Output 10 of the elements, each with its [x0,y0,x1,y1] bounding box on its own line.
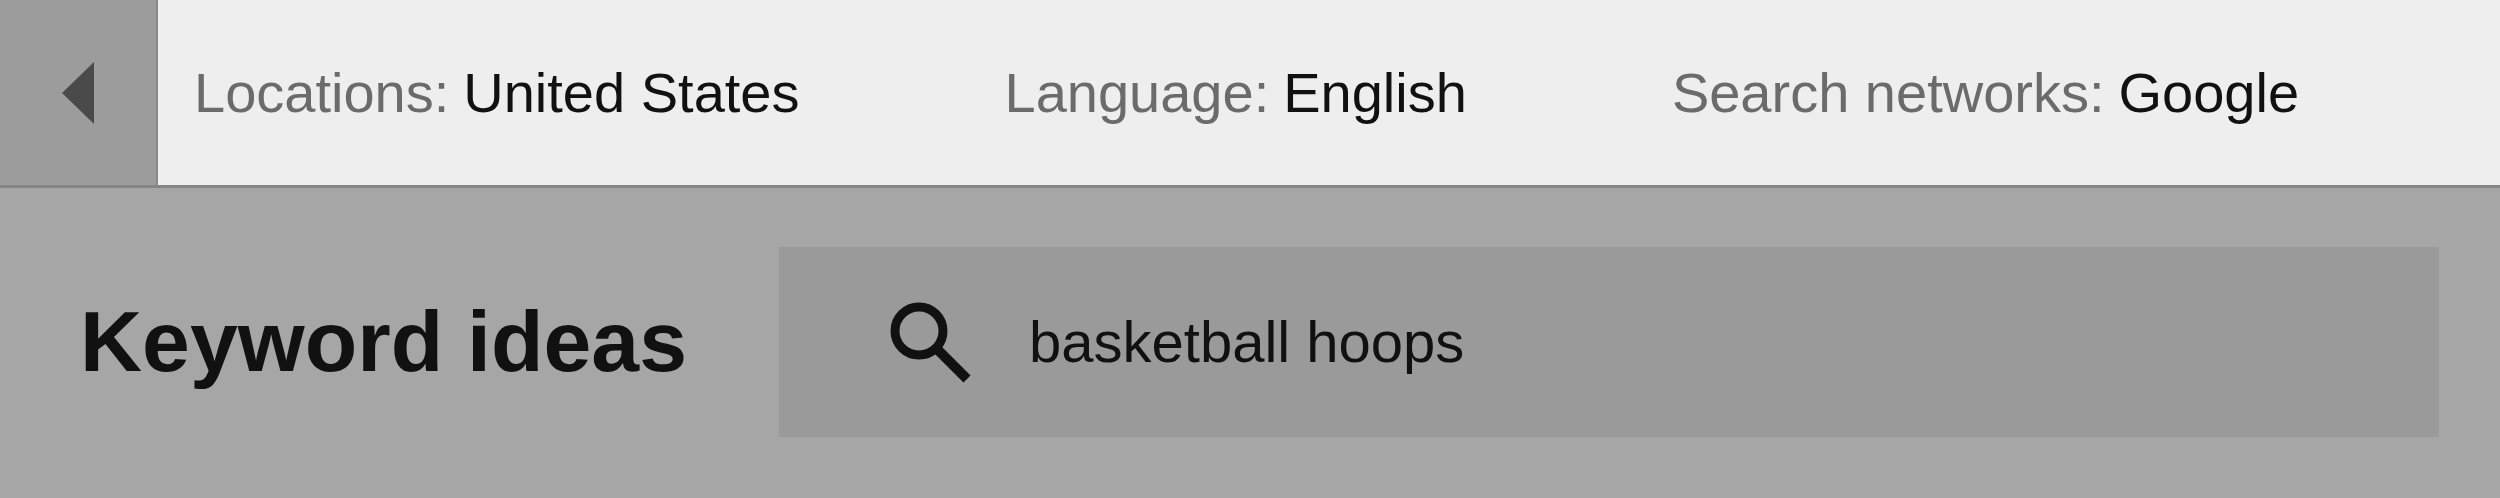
filter-label: Search networks: [1671,59,2105,126]
search-field[interactable]: basketball hoops [779,246,2439,437]
back-button[interactable] [0,0,158,185]
left-triangle-icon [62,61,94,124]
filter-value: English [1283,59,1467,126]
filter-value: Google [2118,59,2300,126]
filter-label: Locations: [194,59,450,126]
filter-value: United States [463,59,800,126]
section-heading: Keyword ideas [80,292,688,391]
filter-label: Language: [1004,59,1270,126]
